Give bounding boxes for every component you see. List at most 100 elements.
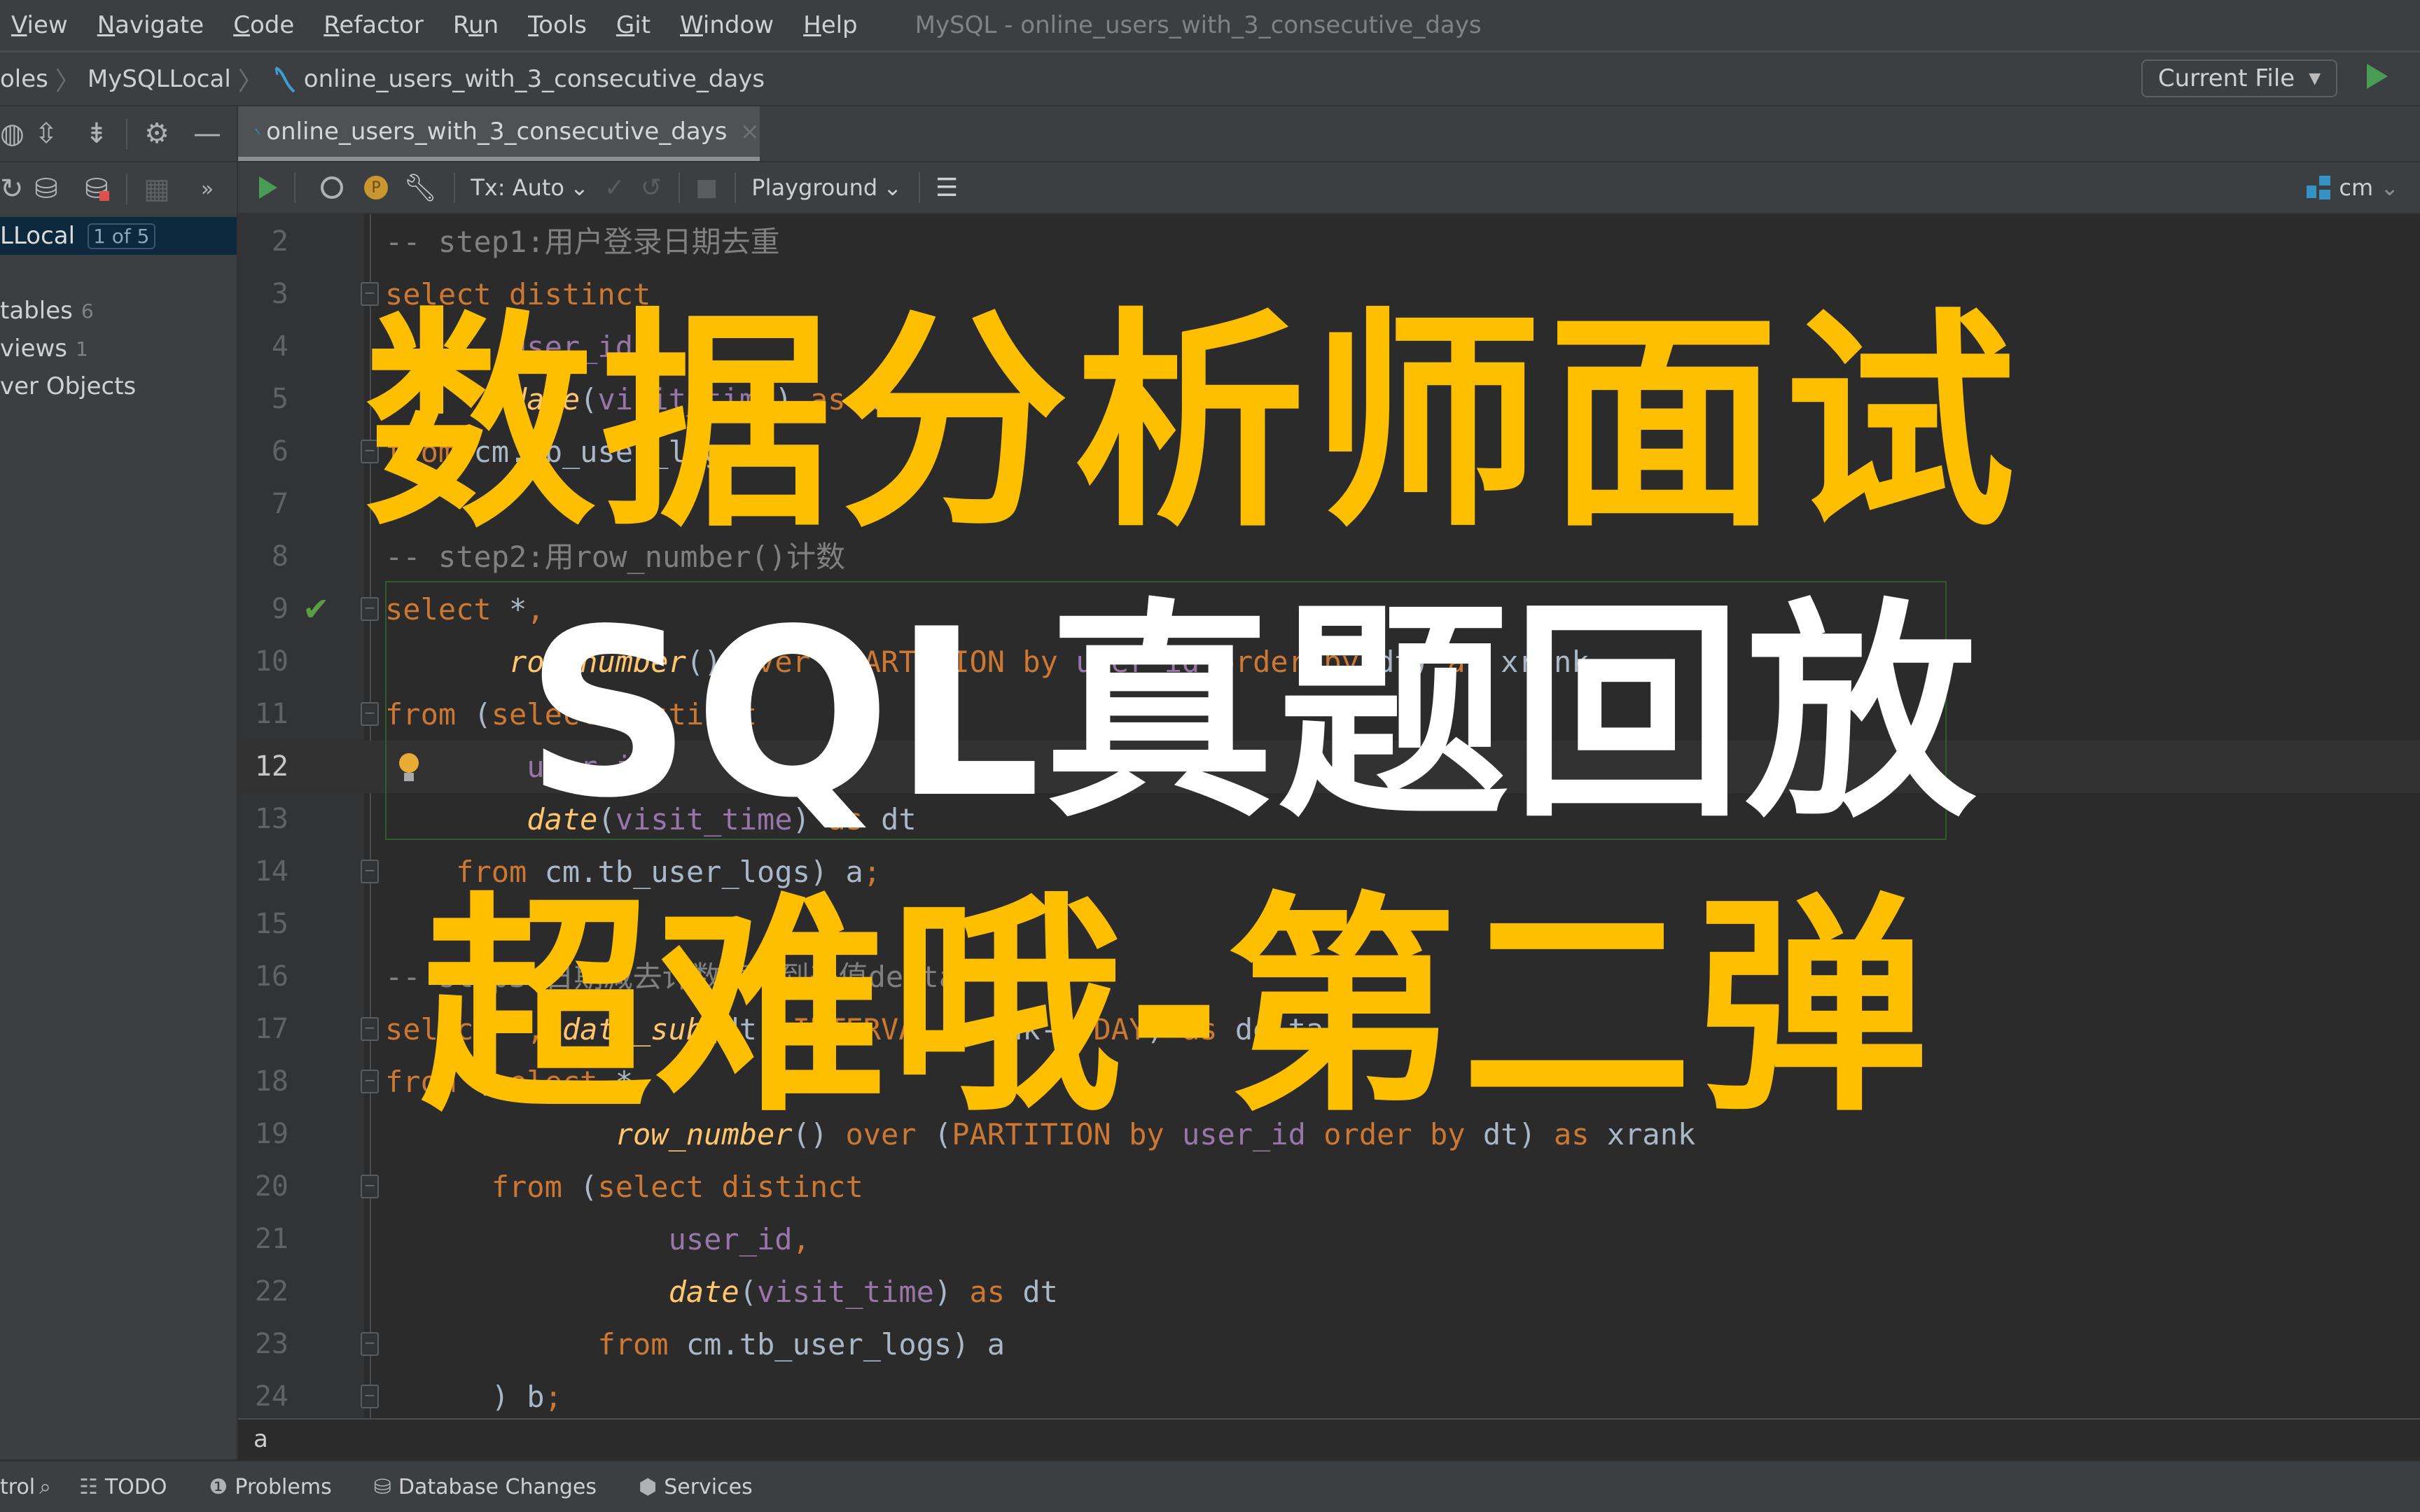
breadcrumb-item[interactable]: oles [0, 65, 48, 93]
tree-item-views[interactable]: views 1 [0, 330, 237, 367]
tree-item-server-objects[interactable]: ver Objects [0, 368, 237, 405]
menu-run[interactable]: Run [453, 11, 499, 39]
wrench-icon[interactable]: 🔧︎ [403, 172, 437, 204]
toolbar-divider [126, 174, 127, 204]
code-token: cm.tb_user_logs) a [668, 1327, 1006, 1362]
panel-header-toolbar: ◍ ⇳ ⇟ ⚙ — [0, 106, 237, 161]
table-icon[interactable]: ▦ [132, 173, 182, 205]
tree-item-count: 6 [81, 299, 94, 323]
breadcrumb-item-file[interactable]: online_users_with_3_consecutive_days [304, 65, 765, 93]
fold-toggle-icon[interactable]: − [361, 1332, 379, 1356]
tool-window-services[interactable]: ⬢ Services [639, 1475, 753, 1499]
chevron-down-icon: ⌄ [569, 174, 589, 201]
tool-window-database-changes[interactable]: ⛁ Database Changes [374, 1475, 597, 1499]
minimize-icon[interactable]: — [182, 118, 232, 150]
tree-item-tables[interactable]: tables 6 [0, 293, 237, 329]
tool-window-version-control[interactable]: trol ⌕ [0, 1475, 58, 1499]
more-icon[interactable]: » [182, 177, 232, 202]
database-disconnect-icon[interactable]: ⛁ [71, 173, 122, 205]
toolbar-divider [919, 172, 921, 203]
menu-refactor[interactable]: Refactor [324, 11, 424, 39]
line-number: 13 [254, 803, 288, 835]
panel-toolbar: ↻ ⛁ ⛁ ▦ » [0, 161, 237, 216]
tree-item-selected-datasource[interactable]: LLocal 1 of 5 [0, 217, 237, 255]
schema-selector[interactable]: cm ⌄ [2307, 162, 2399, 213]
line-number: 10 [254, 645, 288, 678]
code-line[interactable]: date(visit_time) as dt [385, 1266, 1058, 1318]
tool-window-todo[interactable]: ☷ TODO [79, 1475, 167, 1499]
run-configuration-label: Current File [2157, 64, 2295, 92]
toolbar-divider [126, 118, 127, 149]
tool-window-problems[interactable]: ❶ Problems [209, 1475, 332, 1499]
transaction-mode-dropdown[interactable]: Tx: Auto ⌄ [471, 174, 589, 201]
menu-help[interactable]: Help [803, 11, 858, 39]
code-token: ) b [385, 1380, 545, 1414]
fold-toggle-icon[interactable]: − [361, 1175, 379, 1198]
menu-tools[interactable]: Tools [528, 11, 587, 39]
line-number: 5 [271, 383, 288, 415]
results-layout-icon[interactable]: ☰ [936, 174, 958, 202]
line-number: 18 [254, 1065, 288, 1098]
breadcrumb-separator: 〉 [55, 66, 81, 96]
run-configuration-dropdown[interactable]: Current File ▼ [2141, 59, 2337, 97]
fold-toggle-icon[interactable]: − [361, 1385, 379, 1408]
database-properties-icon[interactable]: ⛁ [21, 173, 71, 205]
fold-toggle-icon[interactable]: − [361, 860, 379, 883]
fold-toggle-icon[interactable]: − [361, 1070, 379, 1093]
menu-git[interactable]: Git [616, 11, 651, 39]
breadcrumb-item[interactable]: MySQLLocal [88, 65, 231, 93]
line-number: 8 [271, 540, 288, 573]
search-icon[interactable]: ⌕ [39, 1475, 51, 1499]
line-number: 22 [254, 1275, 288, 1308]
refresh-icon[interactable]: ↻ [0, 173, 24, 205]
globe-icon[interactable]: ◍ [0, 118, 25, 150]
menu-window[interactable]: Window [680, 11, 774, 39]
stop-icon[interactable]: ■ [695, 174, 718, 202]
window-title: MySQL - online_users_with_3_consecutive_… [915, 11, 1482, 39]
code-line[interactable]: user_id, [385, 1213, 810, 1266]
problems-label: Problems [235, 1474, 332, 1499]
chevron-down-icon: ▼ [2309, 69, 2321, 88]
gear-icon[interactable]: ⚙ [132, 118, 182, 150]
todo-label: TODO [104, 1474, 167, 1499]
toolbar-divider [735, 172, 737, 203]
run-icon[interactable] [2367, 64, 2388, 89]
services-icon: ⬢ [639, 1474, 658, 1499]
menu-bar: View Navigate Code Refactor Run Tools Gi… [0, 0, 2420, 52]
code-token: ) [933, 1275, 970, 1309]
fold-toggle-icon[interactable]: − [361, 702, 379, 726]
menu-code[interactable]: Code [233, 11, 294, 39]
execute-icon[interactable] [259, 176, 277, 199]
code-token: from [597, 1327, 669, 1362]
tab-online-users-with-3-consecutive-days[interactable]: online_users_with_3_consecutive_days × [238, 106, 760, 161]
transaction-mode-label: Tx: Auto [471, 174, 564, 201]
session-dropdown[interactable]: Playground ⌄ [751, 174, 902, 201]
line-number: 7 [271, 488, 288, 520]
mysql-icon [274, 66, 295, 92]
schema-icon [2307, 176, 2332, 200]
breadcrumb-separator: 〉 [237, 66, 263, 96]
menu-navigate[interactable]: Navigate [97, 11, 204, 39]
explain-plan-icon[interactable]: P [364, 176, 388, 200]
rollback-icon[interactable]: ↺ [641, 174, 662, 202]
menu-view[interactable]: View [11, 11, 68, 39]
history-icon[interactable] [321, 176, 343, 199]
code-token: select distinct [597, 1170, 863, 1204]
code-line[interactable]: ) b; [385, 1371, 562, 1418]
code-line[interactable]: from (select distinct [385, 1161, 863, 1213]
line-number: 16 [254, 960, 288, 993]
code-line[interactable]: from cm.tb_user_logs) a [385, 1318, 1005, 1371]
line-number: 17 [254, 1013, 288, 1045]
close-icon[interactable]: × [740, 118, 760, 146]
code-line[interactable]: -- step1:用户登录日期去重 [385, 216, 780, 268]
expand-all-icon[interactable]: ⇳ [21, 118, 71, 150]
commit-icon[interactable]: ✓ [604, 174, 625, 202]
chevron-down-icon: ⌄ [883, 174, 903, 201]
collapse-all-icon[interactable]: ⇟ [71, 118, 122, 150]
fold-toggle-icon[interactable]: − [361, 597, 379, 621]
fold-toggle-icon[interactable]: − [361, 1017, 379, 1041]
overlay-title-line1: 数据分析师面试 [364, 289, 2021, 558]
line-number: 20 [254, 1170, 288, 1203]
